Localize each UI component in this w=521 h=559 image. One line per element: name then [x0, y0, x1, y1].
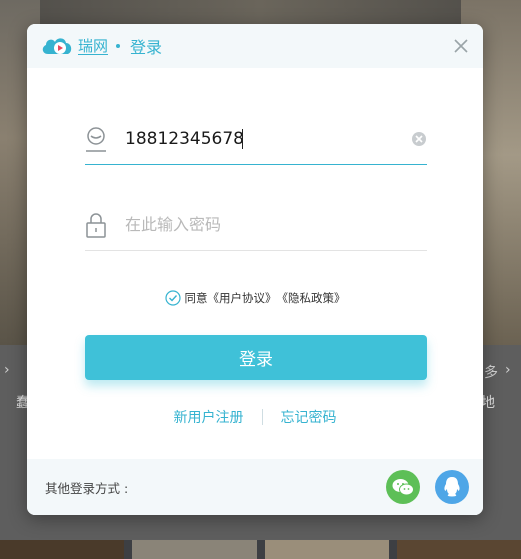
phone-input[interactable]: [125, 124, 411, 154]
brand-logo: 瑞网: [40, 32, 109, 60]
user-agreement-link[interactable]: 《用户协议》: [208, 290, 277, 306]
background-thumbnails: [0, 540, 521, 559]
background-chevron-right-icon: ›: [4, 362, 10, 378]
agreement-checkbox[interactable]: [164, 290, 181, 306]
text-caret: [242, 129, 243, 149]
background-thumbnail: [132, 540, 257, 559]
agreement-prefix: 同意: [184, 291, 208, 305]
background-text-right: 地: [481, 395, 495, 411]
dialog-title: 登录: [130, 38, 163, 57]
dialog-header: 瑞网 登录: [27, 24, 483, 68]
background-chevron-right-icon: ›: [505, 362, 511, 378]
link-divider: [261, 409, 263, 425]
forgot-password-link[interactable]: 忘记密码: [281, 407, 337, 427]
close-icon[interactable]: [451, 36, 471, 56]
clear-input-icon[interactable]: [411, 131, 427, 147]
header-separator-dot: [116, 44, 121, 48]
password-input[interactable]: [125, 210, 427, 240]
register-link[interactable]: 新用户注册: [174, 407, 244, 427]
logo-text: 瑞网: [78, 36, 109, 55]
lock-icon: [86, 213, 106, 238]
login-dialog: 瑞网 登录 同意: [27, 24, 483, 515]
auxiliary-links: 新用户注册 忘记密码: [27, 406, 483, 428]
other-login-label: 其他登录方式 :: [45, 480, 129, 496]
background-thumbnail: [396, 540, 521, 559]
login-button[interactable]: 登录: [85, 335, 427, 380]
cloud-play-icon: [42, 38, 72, 54]
background-banner-strip: [0, 0, 521, 24]
phone-field: [85, 114, 427, 165]
background-thumbnail: [0, 540, 125, 559]
user-icon: [86, 127, 106, 152]
wechat-icon: [392, 479, 414, 496]
password-field: [85, 200, 427, 251]
background-thumbnail: [264, 540, 389, 559]
agreement-row: 同意 《用户协议》 《隐私政策》: [27, 286, 483, 310]
dialog-footer: 其他登录方式 :: [27, 459, 483, 515]
qq-icon: [444, 477, 460, 497]
wechat-login-button[interactable]: [386, 470, 420, 504]
qq-login-button[interactable]: [435, 470, 469, 504]
background-more-label: 多: [484, 365, 498, 381]
privacy-policy-link[interactable]: 《隐私政策》: [277, 290, 346, 306]
